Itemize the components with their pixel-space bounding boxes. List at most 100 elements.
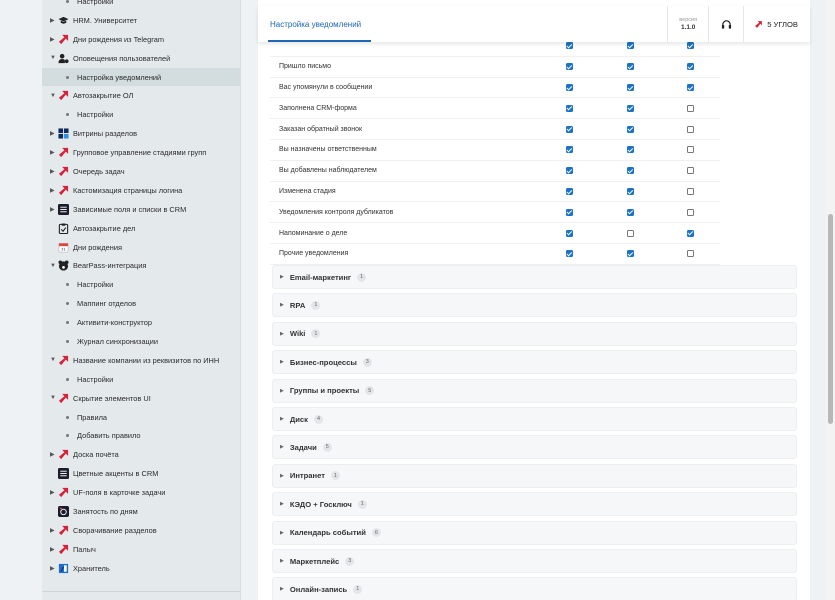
sidebar-item-label: Доска почёта xyxy=(73,450,119,460)
section-header[interactable]: ▶ Маркетплейс 3 xyxy=(272,549,797,573)
section-count-badge: 3 xyxy=(362,357,372,367)
sidebar-item[interactable]: Правила xyxy=(42,408,240,427)
notification-checkbox[interactable] xyxy=(566,146,573,154)
sidebar-item[interactable]: Настройки xyxy=(42,105,240,124)
section-header[interactable]: ▶ Email-маркетинг 1 xyxy=(272,265,797,289)
notification-checkbox[interactable] xyxy=(566,104,573,112)
sidebar-item[interactable]: ▶ Зависимые поля и списки в CRM xyxy=(42,200,240,219)
sidebar-item[interactable]: 31 Дни рождения xyxy=(42,238,240,257)
chevron-right-icon: ▶ xyxy=(50,168,55,175)
sidebar-item-label: Настройка уведомлений xyxy=(77,72,162,82)
sidebar-item[interactable]: Настройки xyxy=(42,275,240,294)
sidebar-item[interactable]: Цветные акценты в CRM xyxy=(42,464,240,483)
sidebar-item[interactable]: ▶ HRM. Университет xyxy=(42,11,240,30)
notification-checkbox[interactable] xyxy=(627,167,634,175)
notification-checkbox[interactable] xyxy=(566,250,573,258)
section-header[interactable]: ▶ Группы и проекты 5 xyxy=(272,378,797,403)
notification-checkbox[interactable] xyxy=(627,42,634,50)
sidebar-scrollbar[interactable] xyxy=(241,0,243,600)
notification-checkbox[interactable] xyxy=(687,63,694,71)
notification-checkbox[interactable] xyxy=(627,104,634,112)
section-header[interactable]: ▶ RPA 1 xyxy=(272,293,797,318)
sidebar-item[interactable]: Настройки xyxy=(42,370,240,389)
sidebar-item[interactable]: ▶ Очередь задач xyxy=(42,162,240,181)
support-button[interactable] xyxy=(709,19,743,30)
notification-row: Изменена стадия xyxy=(270,182,720,203)
chevron-right-icon: ▶ xyxy=(280,330,284,337)
sidebar-item[interactable]: ▶ Дни рождения из Telegram xyxy=(42,30,240,49)
section-header[interactable]: ▶ Диск 4 xyxy=(272,407,797,431)
svg-text:31: 31 xyxy=(61,247,66,251)
sidebar-item[interactable]: ▶ Палыч xyxy=(42,540,240,559)
notification-checkbox[interactable] xyxy=(687,208,694,216)
notification-checkbox[interactable] xyxy=(627,146,634,154)
notification-checkbox[interactable] xyxy=(687,187,694,195)
section-header[interactable]: ▶ Wiki 1 xyxy=(272,321,797,346)
sidebar-item[interactable]: ▶ Кастомизация страницы логина xyxy=(42,181,240,200)
notification-checkbox[interactable] xyxy=(566,63,573,71)
notification-checkbox[interactable] xyxy=(566,187,573,195)
sidebar-item-label: Занятость по дням xyxy=(73,506,138,516)
notification-checkbox[interactable] xyxy=(687,146,694,154)
sidebar-item-label: Групповое управление стадиями групп xyxy=(73,148,207,158)
section-header[interactable]: ▶ Задачи 5 xyxy=(272,435,797,460)
sidebar-item[interactable]: Маппинг отделов xyxy=(42,294,240,313)
notification-checkbox[interactable] xyxy=(566,229,573,237)
notification-checkbox[interactable] xyxy=(627,229,634,237)
page-scrollbar-thumb[interactable] xyxy=(828,214,833,424)
bullet-icon xyxy=(66,0,69,3)
sidebar-item[interactable]: Настройка уведомлений xyxy=(42,67,240,87)
sidebar-item[interactable]: Добавить правило xyxy=(42,426,240,445)
sidebar-item[interactable]: ▶ UF-поля в карточке задачи xyxy=(42,483,240,502)
section-count-badge: 5 xyxy=(322,442,332,452)
bullet-icon xyxy=(66,302,69,306)
section-name: Онлайн-запись xyxy=(289,584,348,594)
notification-checkbox[interactable] xyxy=(687,104,694,112)
sidebar-item[interactable]: ▶ Групповое управление стадиями групп xyxy=(42,143,240,162)
notification-checkbox[interactable] xyxy=(687,167,694,175)
sidebar-item[interactable]: Журнал синхронизации xyxy=(42,332,240,351)
notification-checkbox[interactable] xyxy=(566,125,573,133)
page-scrollbar[interactable] xyxy=(826,0,835,600)
section-header[interactable]: ▶ Календарь событий 6 xyxy=(272,520,797,545)
sidebar-item[interactable]: ▼ Автозакрытие ОЛ xyxy=(42,86,240,105)
brand-logo[interactable]: 5 УГЛОВ xyxy=(744,20,810,29)
sidebar-item[interactable]: ▶ Хранитель xyxy=(42,559,240,578)
notification-checkbox[interactable] xyxy=(627,250,634,258)
notification-checkbox[interactable] xyxy=(627,125,634,133)
sidebar-item[interactable]: Активити-конструктор xyxy=(42,313,240,332)
notification-checkbox[interactable] xyxy=(566,83,573,91)
section-header[interactable]: ▶ Интранет 1 xyxy=(272,463,797,488)
sidebar-item[interactable]: ▼ Скрытие элементов UI xyxy=(42,389,240,408)
sidebar-item-label: Настройки xyxy=(77,280,114,290)
notification-checkbox[interactable] xyxy=(566,42,573,50)
sidebar-item[interactable]: ▼ Оповещения пользователей xyxy=(42,49,240,68)
tab-label: Настройка уведомлений xyxy=(270,19,362,29)
section-header[interactable]: ▶ Онлайн-запись 1 xyxy=(272,577,797,600)
sidebar-item[interactable]: ▼ BearPass-интеграция xyxy=(42,256,240,275)
notification-checkbox[interactable] xyxy=(687,42,694,50)
notification-checkbox[interactable] xyxy=(687,250,694,258)
notification-checkbox[interactable] xyxy=(566,208,573,216)
sidebar-item[interactable]: ▶ Сворачивание разделов xyxy=(42,521,240,540)
notification-checkbox[interactable] xyxy=(627,208,634,216)
tab-notification-settings[interactable]: Настройка уведомлений xyxy=(258,6,373,42)
section-header[interactable]: ▶ КЭДО + Госключ 1 xyxy=(272,492,797,517)
chevron-right-icon: ▶ xyxy=(280,501,284,508)
notification-checkbox[interactable] xyxy=(627,187,634,195)
notification-checkbox[interactable] xyxy=(687,125,694,133)
sidebar-item[interactable]: Автозакрытие дел xyxy=(42,219,240,238)
notification-checkbox[interactable] xyxy=(687,83,694,91)
chevron-right-icon: ▶ xyxy=(50,17,55,24)
notification-checkbox[interactable] xyxy=(627,83,634,91)
notification-checkbox[interactable] xyxy=(687,229,694,237)
section-header[interactable]: ▶ Бизнес-процессы 3 xyxy=(272,350,797,375)
sidebar-item[interactable]: ▶ Витрины разделов xyxy=(42,124,240,143)
notification-checkbox[interactable] xyxy=(566,167,573,175)
sidebar-item[interactable]: ▶ Доска почёта xyxy=(42,445,240,464)
sidebar-item[interactable]: Занятость по дням xyxy=(42,502,240,521)
sidebar-item[interactable]: Настройки xyxy=(42,0,240,11)
notification-checkbox[interactable] xyxy=(627,63,634,71)
sidebar-item[interactable]: ▼ Название компании из реквизитов по ИНН xyxy=(42,351,240,370)
sidebar-item-label: Цветные акценты в CRM xyxy=(73,469,159,479)
